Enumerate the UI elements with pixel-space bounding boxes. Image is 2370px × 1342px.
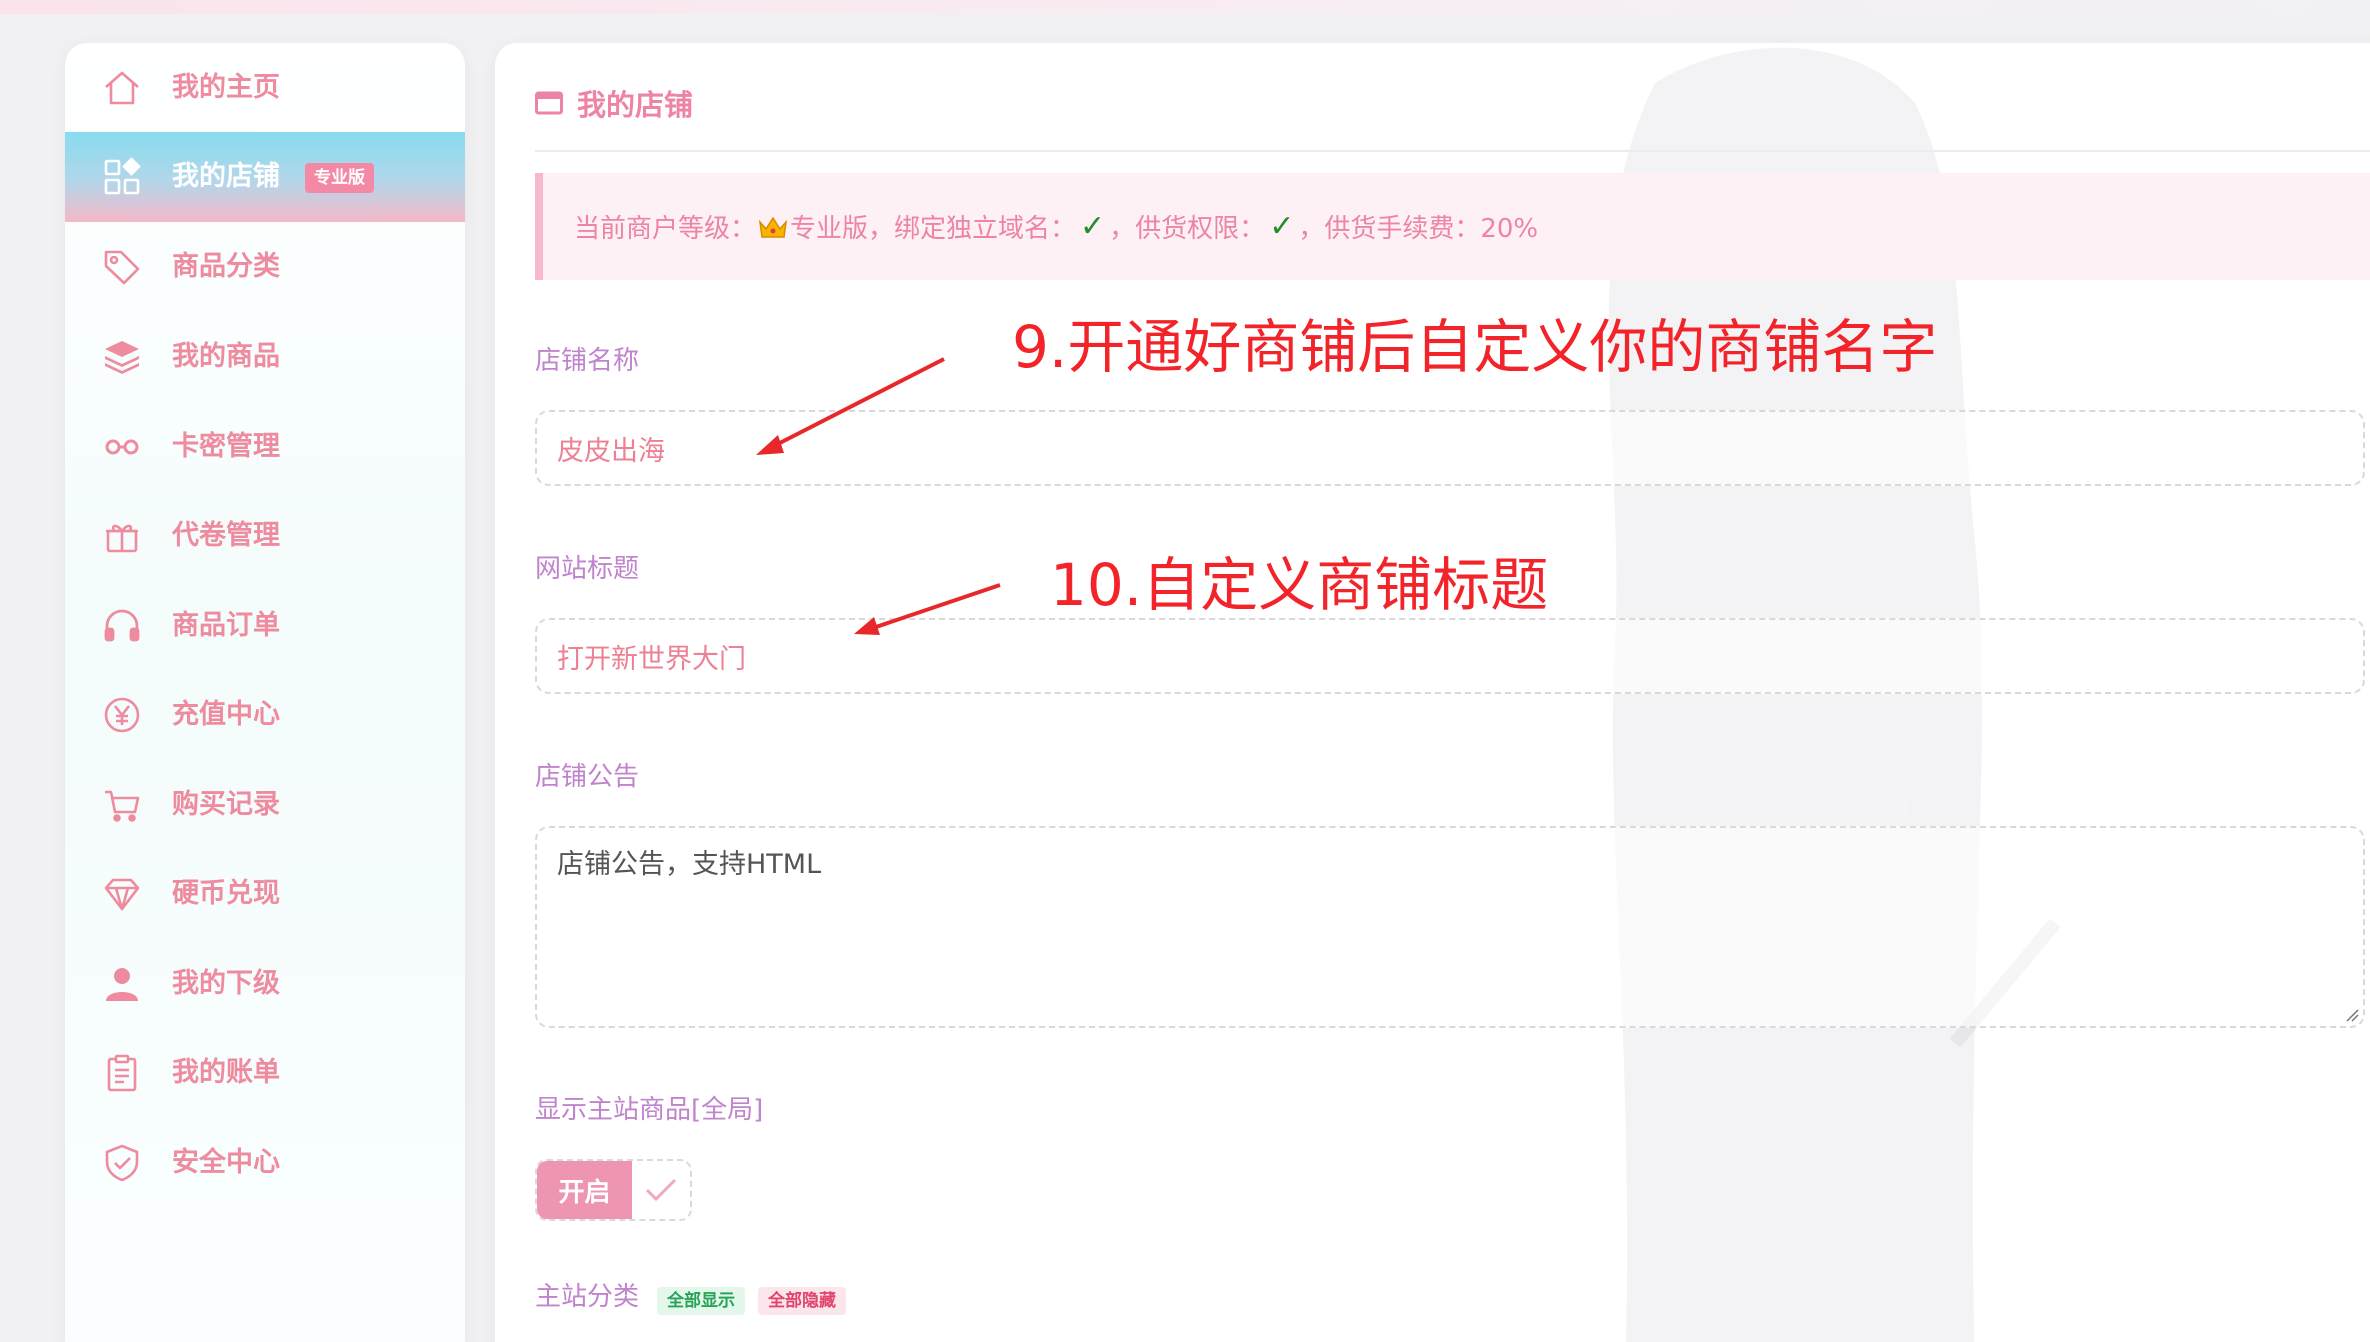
sidebar-item-purchases[interactable]: 购买记录 [65,760,465,850]
shop-name-label: 店铺名称 [535,346,640,376]
annotation-step-10: 10.自定义商铺标题 [1050,551,1549,619]
sidebar-item-label: 卡密管理 [172,431,280,462]
yen-circle-icon [101,694,143,736]
infinity-key-icon [101,426,143,468]
sidebar-item-label: 代卷管理 [172,520,280,551]
site-title-input[interactable]: 打开新世界大门 [535,618,2365,694]
sidebar-item-vouchers[interactable]: 代卷管理 [65,491,465,581]
notice-textarea[interactable]: 店铺公告，支持HTML [535,826,2365,1028]
sidebar-item-home[interactable]: 我的主页 [65,43,465,133]
crown-icon [758,216,788,238]
shop-name-input[interactable]: 皮皮出海 [535,410,2365,486]
pro-badge: 专业版 [305,163,374,193]
annotation-step-9: 9.开通好商铺后自定义你的商铺名字 [1012,313,1938,381]
page-title: 我的店铺 [535,81,693,125]
main-panel: 我的店铺 当前商户等级： 专业版，绑定独立域名： ✓ ，供货权限： ✓ ，供货手… [495,43,2370,1342]
sidebar-item-my-products[interactable]: 我的商品 [65,312,465,402]
toggle-knob [632,1161,690,1219]
domain-check-icon: ✓ [1080,209,1106,244]
sidebar-item-bills[interactable]: 我的账单 [65,1028,465,1118]
show-main-products-toggle[interactable]: 开启 [535,1159,692,1221]
show-all-button[interactable]: 全部显示 [657,1287,745,1315]
merchant-level-alert: 当前商户等级： 专业版，绑定独立域名： ✓ ，供货权限： ✓ ，供货手续费：20… [535,173,2370,280]
main-category-label: 主站分类 [535,1282,640,1312]
sidebar-item-orders[interactable]: 商品订单 [65,581,465,671]
sidebar-item-label: 我的主页 [172,72,280,103]
tag-icon [101,246,143,288]
headset-icon [101,605,143,647]
sidebar-item-label: 我的商品 [172,341,280,372]
sidebar-item-label: 硬币兑现 [172,878,280,909]
sidebar-item-label: 我的下级 [172,968,280,999]
show-main-products-label: 显示主站商品[全局] [535,1095,764,1125]
sidebar-item-subordinates[interactable]: 我的下级 [65,939,465,1029]
layers-icon [101,336,143,378]
site-title-label: 网站标题 [535,554,640,584]
store-apps-icon [101,156,143,198]
sidebar-item-label: 购买记录 [172,789,280,820]
notice-label: 店铺公告 [535,762,640,792]
top-bar [0,0,2370,14]
resize-grip-icon[interactable] [2343,1006,2359,1022]
checkmark-icon [645,1178,677,1202]
sidebar-item-label: 充值中心 [172,699,280,730]
cart-icon [101,784,143,826]
clipboard-icon [101,1052,143,1094]
alert-level-value: 专业版，绑定独立域名： [790,214,1077,244]
sidebar: 我的主页 我的店铺 专业版 商品分类 我的商品 卡密管理 代卷管理 商品订单 充… [65,43,465,1342]
supply-check-icon: ✓ [1269,209,1295,244]
alert-fee-text: ，供货手续费：20% [1298,214,1539,244]
user-icon [101,963,143,1005]
hide-all-button[interactable]: 全部隐藏 [758,1287,846,1315]
alert-level-prefix: 当前商户等级： [574,214,757,244]
sidebar-item-my-store[interactable]: 我的店铺 专业版 [65,132,465,222]
sidebar-item-security[interactable]: 安全中心 [65,1118,465,1208]
home-icon [101,67,143,109]
gift-icon [101,515,143,557]
sidebar-item-label: 安全中心 [172,1147,280,1178]
notice-placeholder: 店铺公告，支持HTML [557,849,822,880]
diamond-icon [101,873,143,915]
page-title-text: 我的店铺 [577,88,694,122]
alert-supply-label: ，供货权限： [1109,214,1266,244]
sidebar-item-label: 我的店铺 [172,161,280,192]
sidebar-item-recharge[interactable]: 充值中心 [65,670,465,760]
sidebar-item-categories[interactable]: 商品分类 [65,222,465,312]
sidebar-item-label: 商品分类 [172,251,280,282]
sidebar-item-coin-exchange[interactable]: 硬币兑现 [65,849,465,939]
shield-check-icon [101,1142,143,1184]
sidebar-item-label: 我的账单 [172,1057,280,1088]
window-icon [535,91,563,115]
sidebar-item-label: 商品订单 [172,610,280,641]
sidebar-item-card-keys[interactable]: 卡密管理 [65,402,465,492]
title-divider [535,150,2370,152]
toggle-on-label: 开启 [537,1161,632,1219]
